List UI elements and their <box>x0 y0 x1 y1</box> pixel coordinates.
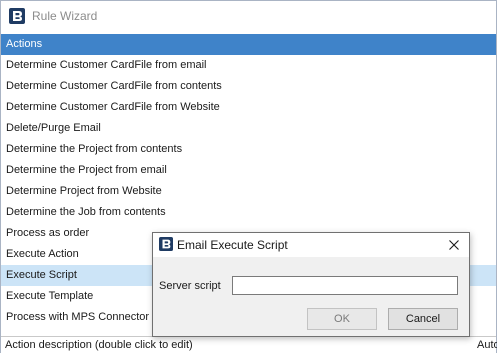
status-right-text: Auto <box>477 339 497 351</box>
list-item[interactable]: Determine Customer CardFile from email <box>1 55 496 76</box>
app-logo-icon <box>159 237 173 251</box>
title-bar: Rule Wizard <box>1 1 496 32</box>
ok-button[interactable]: OK <box>307 308 377 330</box>
actions-header: Actions <box>1 34 496 55</box>
list-item[interactable]: Determine Customer CardFile from Website <box>1 97 496 118</box>
app-logo-icon <box>9 8 25 24</box>
execute-script-dialog: Email Execute Script Server script OK Ca… <box>152 232 470 337</box>
list-item[interactable]: Determine Customer CardFile from content… <box>1 76 496 97</box>
close-icon[interactable] <box>443 235 465 255</box>
list-item[interactable]: Determine the Project from email <box>1 160 496 181</box>
list-item[interactable]: Determine Project from Website <box>1 181 496 202</box>
dialog-title-bar: Email Execute Script <box>153 233 469 257</box>
cancel-button[interactable]: Cancel <box>388 308 458 330</box>
dialog-body: Server script OK Cancel <box>153 257 469 336</box>
status-bar: Action description (double click to edit… <box>1 336 497 353</box>
list-item[interactable]: Delete/Purge Email <box>1 118 496 139</box>
action-description[interactable]: Action description (double click to edit… <box>5 339 193 351</box>
window-title: Rule Wizard <box>32 9 98 23</box>
server-script-label: Server script <box>159 280 221 292</box>
dialog-title: Email Execute Script <box>177 238 288 252</box>
list-item[interactable]: Determine the Project from contents <box>1 139 496 160</box>
server-script-input[interactable] <box>232 276 458 295</box>
list-item[interactable]: Determine the Job from contents <box>1 202 496 223</box>
